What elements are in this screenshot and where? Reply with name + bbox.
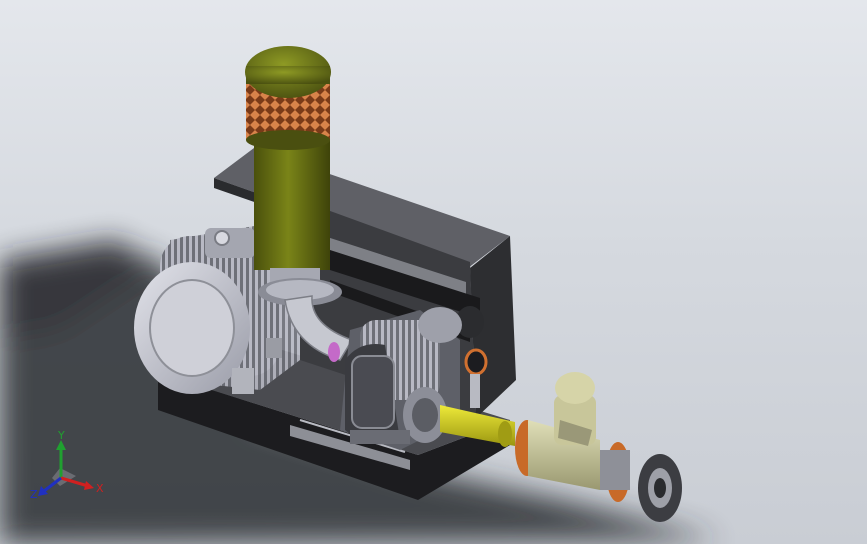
z-axis-arrow: Z [30,476,62,501]
outlet-flange[interactable] [638,454,682,522]
graphics-viewport[interactable]: Y X Z [0,0,867,544]
3d-model-view[interactable] [0,0,867,544]
coordinate-triad: Y X Z [30,429,104,501]
x-axis-arrow: X [60,476,104,495]
y-axis-label: Y [57,429,65,442]
x-axis-label: X [96,482,104,495]
inlet-filter-silencer[interactable] [245,46,342,306]
check-valve[interactable] [515,372,630,502]
z-axis-label: Z [30,488,38,501]
